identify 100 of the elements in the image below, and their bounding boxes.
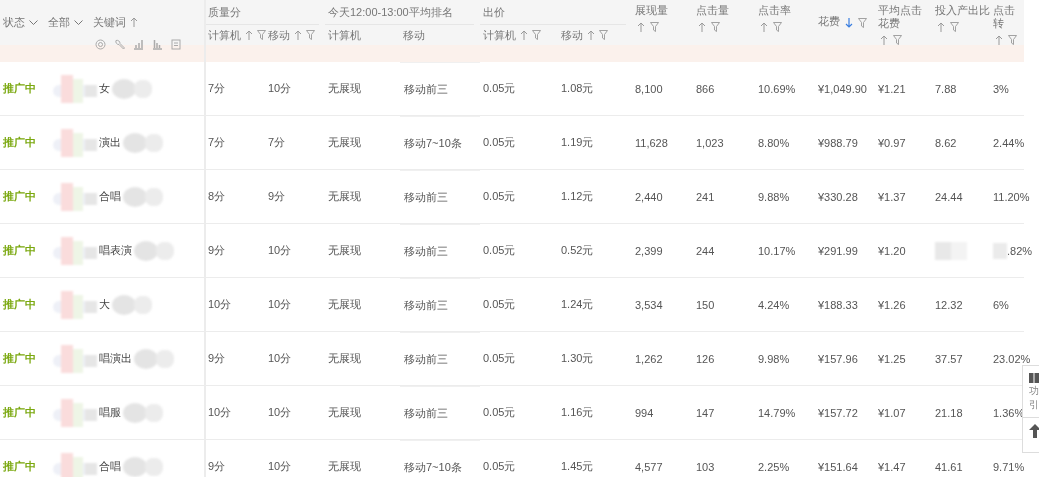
sort-up-icon[interactable] <box>937 21 945 33</box>
filter-icon[interactable] <box>773 22 783 33</box>
chevron-down-icon[interactable] <box>74 19 83 26</box>
column-header[interactable]: 移动 <box>268 27 290 43</box>
sort-up-icon[interactable] <box>760 21 768 33</box>
table-cell: 移动7~10条 <box>404 459 462 475</box>
wrench-icon[interactable] <box>114 39 125 50</box>
column-group-header: 出价 <box>483 4 505 20</box>
column-header[interactable]: 点击量 <box>696 4 755 20</box>
keyword-text: 演出 <box>99 135 121 150</box>
sort-down-icon[interactable] <box>845 17 853 28</box>
table-cell: 2.25% <box>758 460 790 473</box>
column-chart-icon[interactable] <box>152 39 163 50</box>
table-cell: 10分 <box>268 405 292 420</box>
table-cell: 103 <box>696 460 715 473</box>
table-cell: 移动前三 <box>404 351 448 367</box>
filter-icon[interactable] <box>257 30 266 40</box>
filter-icon[interactable] <box>893 35 903 46</box>
filter-icon[interactable] <box>950 22 960 33</box>
table-cell: 4.24% <box>758 298 790 311</box>
document-icon[interactable] <box>171 39 181 50</box>
table-cell: 0.52元 <box>561 243 594 258</box>
column-header[interactable]: 计算机 <box>483 27 516 43</box>
table-cell: 8分 <box>208 189 226 204</box>
table-cell: 移动前三 <box>404 297 448 313</box>
redaction-drawing <box>123 401 163 424</box>
column-header[interactable]: 平均点击花费 <box>878 4 932 33</box>
chevron-down-icon[interactable] <box>29 19 38 26</box>
table-cell: 1.12元 <box>561 189 594 204</box>
table-cell: 1,023 <box>696 136 724 149</box>
status-text: 推广中 <box>2 135 37 150</box>
sort-up-icon[interactable] <box>880 34 888 46</box>
column-header[interactable]: 关键词 <box>93 15 126 30</box>
table-cell: 9分 <box>208 351 226 366</box>
table-cell: 23.02% <box>993 352 1031 365</box>
sort-up-icon[interactable] <box>294 29 302 41</box>
filter-icon[interactable] <box>1008 35 1018 46</box>
table-cell: 12.32 <box>935 298 963 311</box>
filter-icon[interactable] <box>532 30 541 40</box>
status-filter[interactable]: 状态 <box>3 15 25 30</box>
table-cell: ¥188.33 <box>818 298 858 311</box>
column-header[interactable]: 投入产出比 <box>935 4 990 20</box>
table-cell: 0.05元 <box>483 297 516 312</box>
column-header[interactable]: 计算机 <box>328 27 361 43</box>
table-cell: 移动7~10条 <box>404 135 462 151</box>
redaction-drawing <box>123 455 163 477</box>
column-header[interactable]: 点击转 <box>993 4 1024 33</box>
table-cell: 1.16元 <box>561 405 594 420</box>
scope-filter[interactable]: 全部 <box>48 15 70 30</box>
table-cell: 7.88 <box>935 82 957 95</box>
filter-icon[interactable] <box>858 17 867 28</box>
panel-text: 功 <box>1029 385 1039 397</box>
table-cell: 3,534 <box>635 298 663 311</box>
table-cell: 11,628 <box>635 136 668 149</box>
table-cell: 0.05元 <box>483 459 516 474</box>
table-cell: 移动前三 <box>404 243 448 259</box>
filter-icon[interactable] <box>306 30 315 40</box>
filter-icon[interactable] <box>599 30 608 40</box>
book-icon[interactable] <box>1029 372 1039 383</box>
table-cell: 0.05元 <box>483 405 516 420</box>
column-group-header: 质量分 <box>208 4 241 20</box>
table-cell: .82% <box>1007 244 1033 257</box>
sort-up-icon[interactable] <box>637 21 645 33</box>
column-header[interactable]: 移动 <box>561 27 583 43</box>
sort-up-icon[interactable] <box>587 29 595 41</box>
table-cell: 10分 <box>208 405 232 420</box>
status-text: 推广中 <box>2 405 37 420</box>
arrow-up-icon[interactable] <box>1029 424 1039 438</box>
column-header[interactable]: 展现量 <box>635 4 693 20</box>
column-header[interactable]: 计算机 <box>208 27 241 43</box>
table-cell: 无展现 <box>328 135 361 150</box>
redaction-drawing <box>112 77 152 100</box>
settings-icon[interactable] <box>95 39 106 50</box>
status-text: 推广中 <box>2 189 37 204</box>
table-cell: 7分 <box>208 135 226 150</box>
table-cell: 6% <box>993 298 1009 311</box>
table-cell: 14.79% <box>758 406 796 419</box>
table-cell: 移动前三 <box>404 405 448 421</box>
table-cell: ¥291.99 <box>818 244 858 257</box>
column-group-header: 今天12:00-13:00平均排名 <box>328 4 453 20</box>
table-cell: 150 <box>696 298 715 311</box>
sort-up-icon[interactable] <box>698 21 706 33</box>
sort-up-icon[interactable] <box>245 29 253 41</box>
sort-up-icon[interactable] <box>520 29 528 41</box>
table-cell: ¥157.72 <box>818 406 858 419</box>
table-cell: 1.45元 <box>561 459 594 474</box>
table-cell: 8.80% <box>758 136 790 149</box>
sort-up-icon[interactable] <box>995 34 1003 46</box>
redaction-drawing <box>123 185 163 208</box>
bar-chart-icon[interactable] <box>133 39 144 50</box>
column-header[interactable]: 点击率 <box>758 4 815 20</box>
column-header[interactable]: 花费 <box>818 14 840 31</box>
filter-icon[interactable] <box>711 22 721 33</box>
table-cell: ¥1,049.90 <box>818 82 867 95</box>
table-cell: 37.57 <box>935 352 963 365</box>
table-cell: 994 <box>635 406 654 419</box>
table-cell: 9分 <box>208 459 226 474</box>
column-header[interactable]: 移动 <box>403 27 425 43</box>
filter-icon[interactable] <box>650 22 660 33</box>
sort-up-icon[interactable] <box>130 17 138 28</box>
